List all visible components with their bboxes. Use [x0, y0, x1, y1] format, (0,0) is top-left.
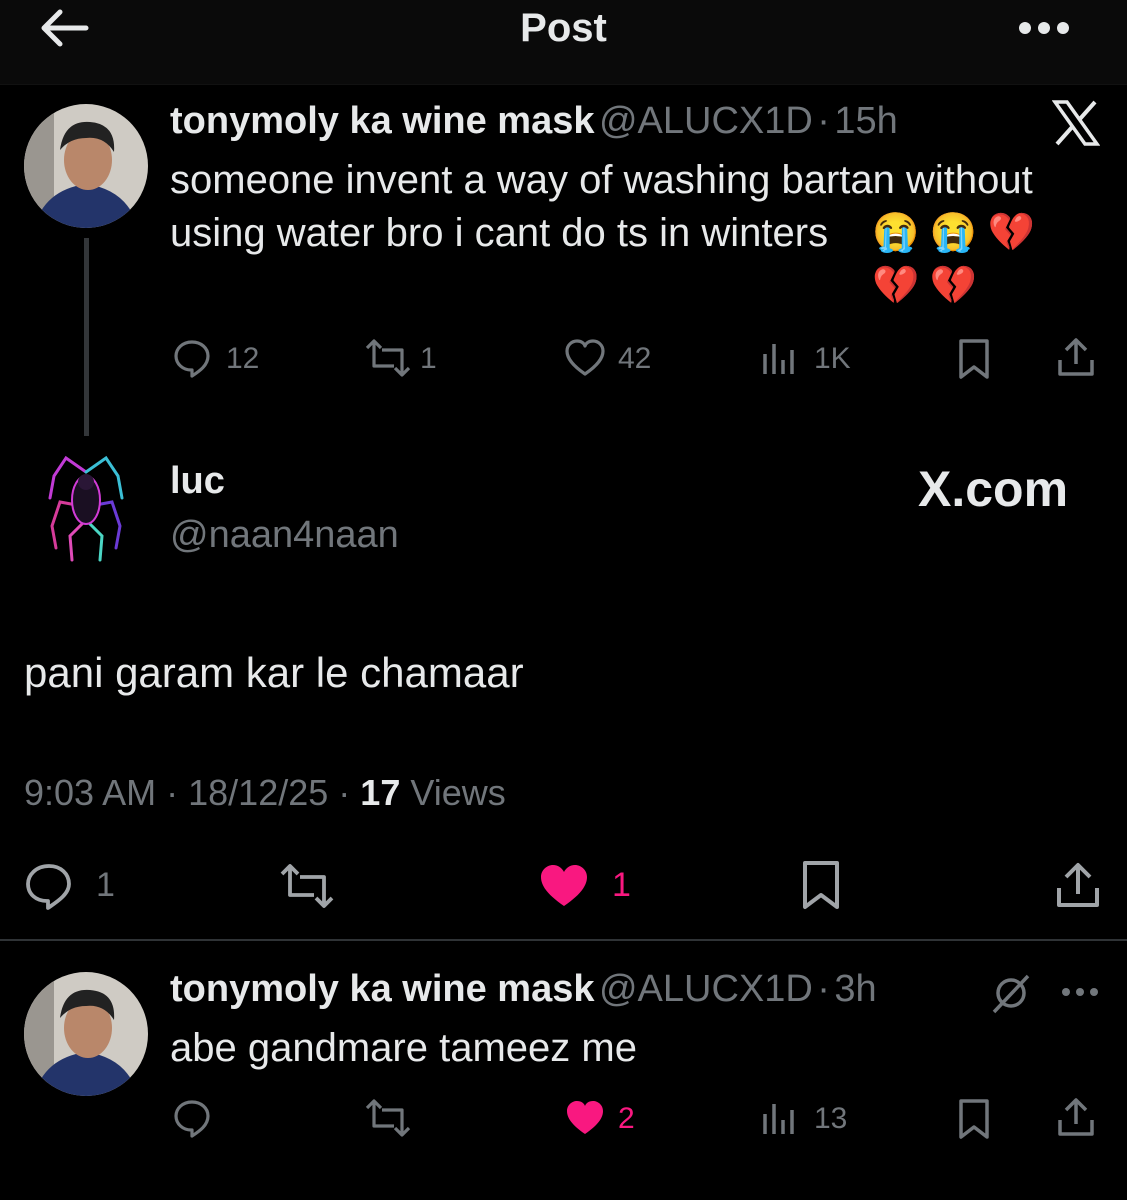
emoji-row: 😭 😭 💔 💔 💔 [872, 212, 1036, 307]
bookmark-icon[interactable] [956, 338, 992, 380]
post-time[interactable]: 9:03 AM [24, 772, 156, 813]
author-handle[interactable]: @ALUCX1D [599, 100, 813, 142]
reply-count: 1 [96, 866, 115, 904]
share-icon[interactable] [1056, 1096, 1096, 1138]
author-handle[interactable]: @naan4naan [170, 514, 399, 557]
like-count: 42 [618, 342, 652, 375]
retweet-icon[interactable] [364, 1098, 412, 1138]
more-options-icon[interactable] [1060, 986, 1100, 998]
views-icon[interactable] [760, 338, 800, 378]
author-name[interactable]: tonymoly ka wine mask [170, 100, 595, 142]
post-date[interactable]: 18/12/25 [188, 772, 328, 813]
page-title: Post [520, 6, 607, 50]
like-count: 2 [618, 1102, 635, 1135]
divider [0, 939, 1127, 941]
bookmark-icon[interactable] [800, 860, 842, 912]
post-meta: 9:03 AM · 18/12/25 · 17 Views [24, 772, 506, 814]
views-count: 1K [814, 342, 851, 375]
separator-dot: · [817, 100, 830, 142]
retweet-icon[interactable] [364, 338, 412, 378]
post-text: abe gandmare tameez me [170, 1026, 637, 1070]
author-handle[interactable]: @ALUCX1D [599, 968, 813, 1010]
thread-line [84, 238, 89, 436]
share-icon[interactable] [1056, 336, 1096, 378]
share-icon[interactable] [1054, 860, 1102, 910]
views-count: 17 [360, 772, 401, 813]
like-icon-active[interactable] [538, 862, 590, 910]
author-name[interactable]: luc [170, 460, 225, 503]
watermark-text: X.com [918, 461, 1069, 517]
separator-dot: · [338, 772, 351, 813]
like-count: 1 [612, 866, 631, 904]
avatar[interactable] [24, 104, 148, 228]
separator-dot: · [166, 772, 179, 813]
views-count: 13 [814, 1102, 848, 1135]
reply-icon[interactable] [172, 1098, 212, 1138]
like-icon[interactable] [564, 338, 606, 378]
x-logo-icon [1052, 100, 1100, 146]
bookmark-icon[interactable] [956, 1098, 992, 1140]
post-time[interactable]: 15h [834, 100, 897, 142]
post-header: tonymoly ka wine mask @ALUCX1D · 3h [170, 968, 877, 1011]
post-header: tonymoly ka wine mask @ALUCX1D · 15h [170, 100, 898, 143]
like-icon-active[interactable] [564, 1098, 606, 1138]
avatar[interactable] [24, 972, 148, 1096]
author-name[interactable]: tonymoly ka wine mask [170, 968, 595, 1010]
post-text: pani garam kar le chamaar [24, 649, 524, 696]
reply-icon[interactable] [172, 338, 212, 378]
retweet-icon[interactable] [278, 862, 336, 910]
reply-icon[interactable] [24, 862, 74, 910]
grok-icon[interactable] [990, 972, 1032, 1014]
views-label: Views [410, 772, 506, 813]
views-icon[interactable] [760, 1098, 800, 1138]
more-options-icon[interactable] [1018, 20, 1070, 36]
retweet-count: 1 [420, 342, 437, 375]
avatar[interactable] [46, 452, 126, 564]
post-time[interactable]: 3h [834, 968, 876, 1010]
separator-dot: · [817, 968, 830, 1010]
reply-count: 12 [226, 342, 260, 375]
